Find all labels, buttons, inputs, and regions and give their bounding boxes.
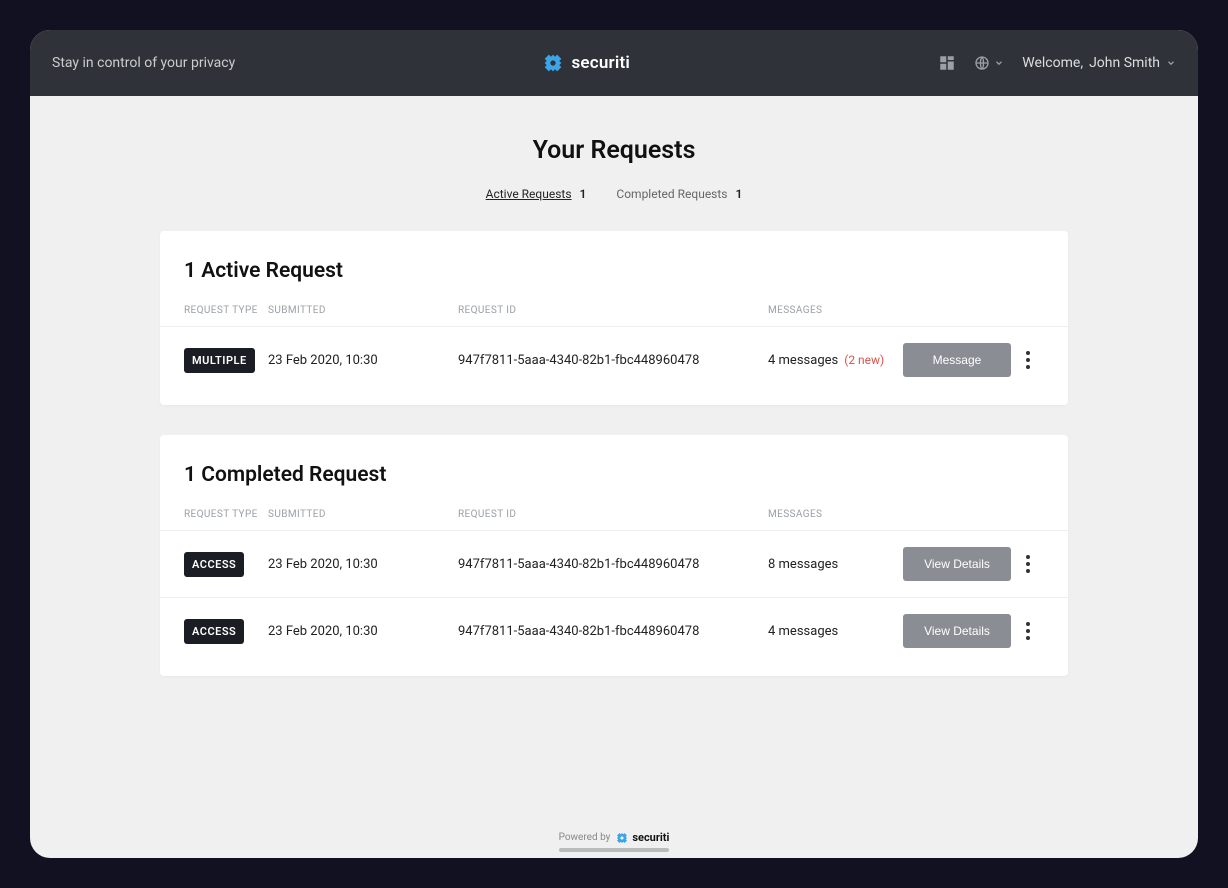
messages-count: 8 messages	[768, 557, 838, 572]
dashboard-icon[interactable]	[938, 54, 956, 72]
request-type-badge: MULTIPLE	[184, 348, 255, 373]
row-more-menu[interactable]	[1013, 555, 1043, 573]
request-tabs: Active Requests 1 Completed Requests 1	[486, 187, 743, 201]
more-vertical-icon	[1026, 622, 1030, 640]
col-request-id: REQUEST ID	[458, 305, 768, 316]
securiti-logo-icon	[616, 832, 628, 844]
submitted-cell: 23 Feb 2020, 10:30	[268, 557, 458, 572]
message-button[interactable]: Message	[903, 343, 1011, 377]
table-header: REQUEST TYPE SUBMITTED REQUEST ID MESSAG…	[160, 305, 1068, 326]
header-tagline: Stay in control of your privacy	[52, 55, 235, 71]
table-header: REQUEST TYPE SUBMITTED REQUEST ID MESSAG…	[160, 509, 1068, 530]
footer-brand[interactable]: securiti	[616, 831, 669, 844]
col-submitted: SUBMITTED	[268, 305, 458, 316]
user-menu[interactable]: Welcome, John Smith	[1022, 55, 1176, 71]
request-type-badge: ACCESS	[184, 619, 244, 644]
messages-count: 4 messages	[768, 353, 838, 368]
welcome-prefix: Welcome,	[1022, 55, 1083, 71]
col-request-type: REQUEST TYPE	[184, 305, 268, 316]
new-messages-count: (2 new)	[844, 353, 884, 367]
messages-count: 4 messages	[768, 624, 838, 639]
brand-name: securiti	[571, 53, 630, 73]
tab-completed-requests[interactable]: Completed Requests 1	[616, 187, 742, 201]
tab-count: 1	[736, 187, 743, 201]
more-vertical-icon	[1026, 351, 1030, 369]
screen: Stay in control of your privacy securiti	[30, 30, 1198, 858]
request-id-cell: 947f7811-5aaa-4340-82b1-fbc448960478	[458, 557, 768, 572]
tab-count: 1	[580, 187, 587, 201]
completed-requests-card: 1 Completed Request REQUEST TYPE SUBMITT…	[160, 435, 1068, 676]
more-vertical-icon	[1026, 555, 1030, 573]
brand-logo[interactable]: securiti	[235, 53, 938, 73]
active-requests-card: 1 Active Request REQUEST TYPE SUBMITTED …	[160, 231, 1068, 405]
powered-by-label: Powered by	[559, 832, 611, 843]
row-more-menu[interactable]	[1013, 351, 1043, 369]
tab-active-requests[interactable]: Active Requests 1	[486, 187, 587, 201]
card-title: 1 Completed Request	[160, 463, 1068, 509]
chevron-down-icon	[1166, 58, 1176, 68]
request-type-badge: ACCESS	[184, 552, 244, 577]
tab-label: Completed Requests	[616, 187, 727, 201]
tab-label: Active Requests	[486, 187, 572, 201]
table-row: MULTIPLE 23 Feb 2020, 10:30 947f7811-5aa…	[160, 326, 1068, 393]
request-id-cell: 947f7811-5aaa-4340-82b1-fbc448960478	[458, 353, 768, 368]
footer-brand-name: securiti	[632, 831, 669, 844]
main-content: Your Requests Active Requests 1 Complete…	[30, 96, 1198, 811]
device-frame: Stay in control of your privacy securiti	[0, 0, 1228, 888]
row-more-menu[interactable]	[1013, 622, 1043, 640]
request-id-cell: 947f7811-5aaa-4340-82b1-fbc448960478	[458, 624, 768, 639]
col-messages: MESSAGES	[768, 305, 903, 316]
language-picker[interactable]	[974, 55, 1004, 71]
card-title: 1 Active Request	[160, 259, 1068, 305]
chevron-down-icon	[994, 58, 1004, 68]
globe-icon	[974, 55, 990, 71]
table-row: ACCESS 23 Feb 2020, 10:30 947f7811-5aaa-…	[160, 530, 1068, 597]
view-details-button[interactable]: View Details	[903, 614, 1011, 648]
col-request-id: REQUEST ID	[458, 509, 768, 520]
table-row: ACCESS 23 Feb 2020, 10:30 947f7811-5aaa-…	[160, 597, 1068, 664]
col-submitted: SUBMITTED	[268, 509, 458, 520]
view-details-button[interactable]: View Details	[903, 547, 1011, 581]
user-name: John Smith	[1089, 55, 1160, 71]
app-header: Stay in control of your privacy securiti	[30, 30, 1198, 96]
col-request-type: REQUEST TYPE	[184, 509, 268, 520]
page-title: Your Requests	[533, 136, 696, 165]
col-messages: MESSAGES	[768, 509, 903, 520]
submitted-cell: 23 Feb 2020, 10:30	[268, 353, 458, 368]
home-indicator	[559, 848, 669, 852]
securiti-logo-icon	[543, 53, 563, 73]
submitted-cell: 23 Feb 2020, 10:30	[268, 624, 458, 639]
